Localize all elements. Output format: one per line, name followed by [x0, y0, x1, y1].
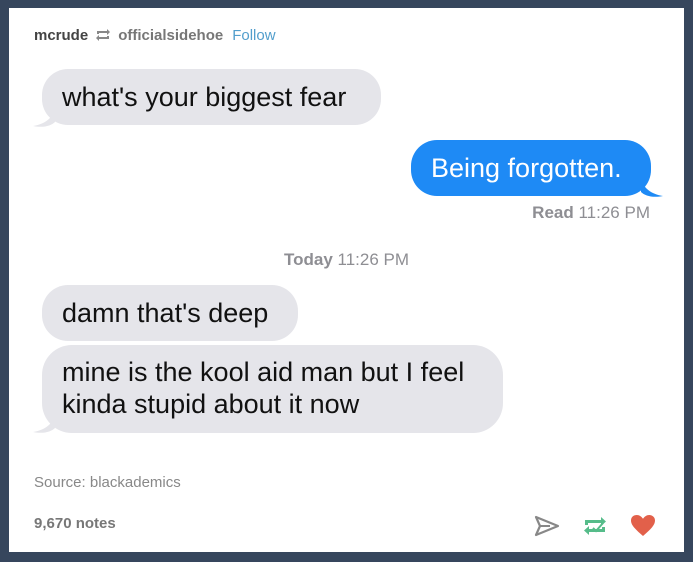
share-icon[interactable] [532, 511, 562, 541]
read-label: Read [532, 203, 574, 222]
message-text: what's your biggest fear [62, 82, 347, 112]
timestamp-time: 11:26 PM [337, 250, 410, 269]
reblog-action-icon[interactable] [580, 511, 610, 541]
message-text: damn that's deep [62, 298, 269, 328]
incoming-message: damn that's deep [42, 285, 298, 341]
message-text: Being forgotten. [431, 153, 622, 183]
timestamp-label: Today [283, 250, 333, 269]
tumblr-post: mcrude officialsidehoe Follow what's you… [9, 8, 684, 552]
incoming-message: mine is the kool aid man but I feel kind… [42, 345, 503, 433]
outgoing-message: Being forgotten. [411, 140, 651, 196]
source-link[interactable]: Source: blackademics [34, 474, 181, 491]
notes-count[interactable]: 9,670 notes [34, 515, 116, 532]
message-text-line: kinda stupid about it now [62, 389, 360, 419]
timestamp-divider: Today 11:26 PM [9, 250, 684, 270]
post-actions [532, 511, 658, 541]
heart-icon[interactable] [628, 511, 658, 541]
read-receipt: Read 11:26 PM [532, 203, 650, 223]
message-text-line: mine is the kool aid man but I feel [62, 357, 465, 387]
read-time: 11:26 PM [578, 203, 650, 222]
chat-screenshot: what's your biggest fear Being forgotten… [9, 8, 684, 552]
incoming-message: what's your biggest fear [42, 69, 381, 125]
